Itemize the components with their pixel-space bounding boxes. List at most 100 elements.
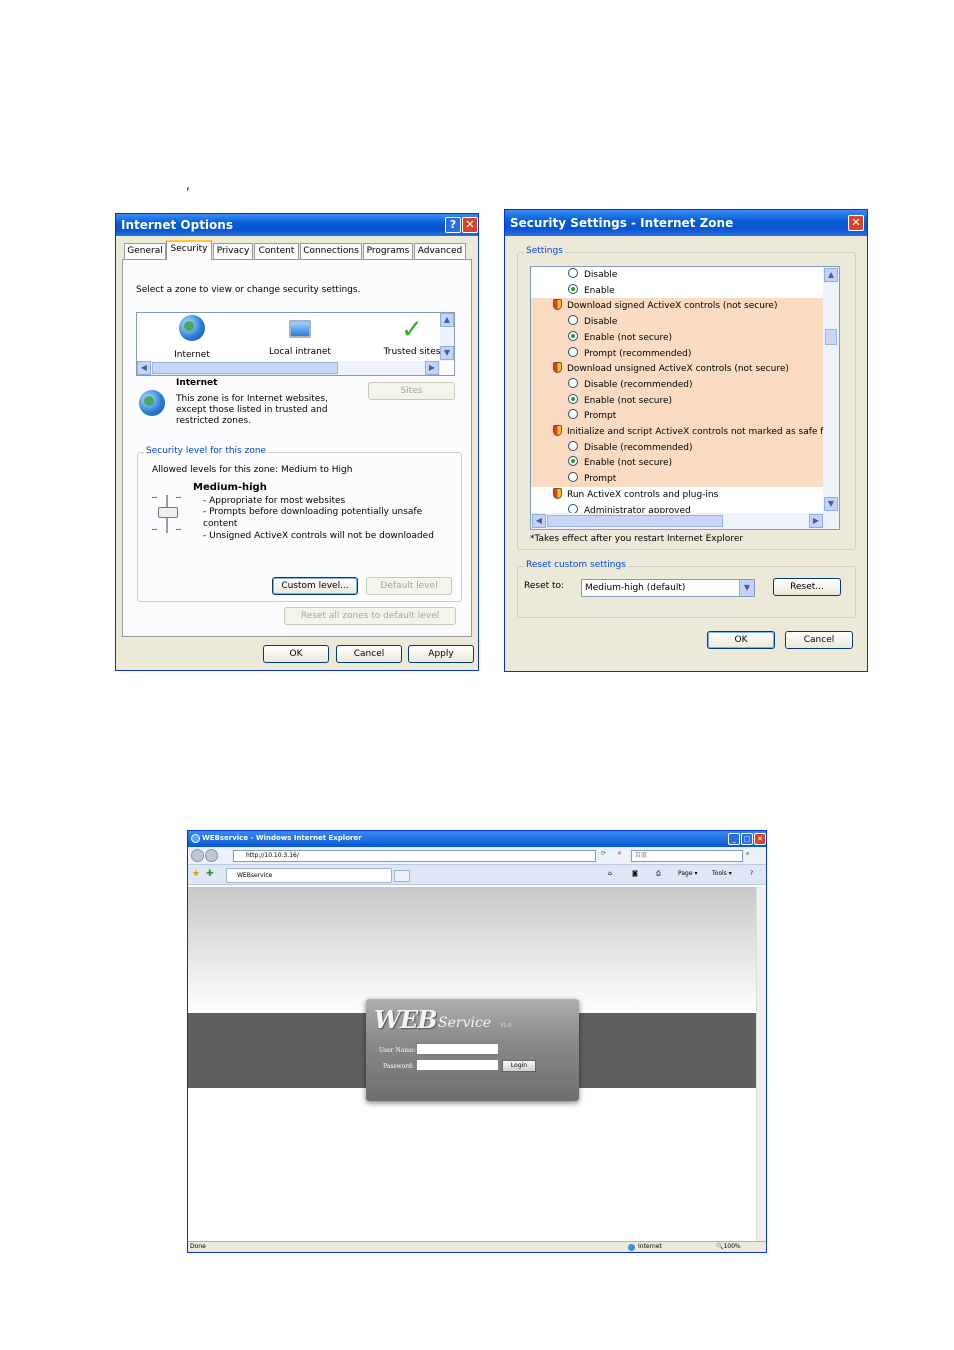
reset-all-zones-button[interactable]: Reset all zones to default level: [284, 607, 456, 625]
security-slider-handle[interactable]: [158, 507, 178, 518]
radio-unchecked-icon[interactable]: [568, 440, 578, 451]
scroll-down-icon[interactable]: ▼: [440, 346, 454, 360]
radio-unchecked-icon[interactable]: [568, 472, 578, 483]
feeds-icon[interactable]: ◙: [632, 870, 638, 877]
sites-button[interactable]: Sites: [368, 382, 455, 400]
custom-level-button[interactable]: Custom level...: [272, 577, 358, 595]
page-menu[interactable]: Page ▾: [678, 870, 697, 877]
username-input[interactable]: [416, 1043, 499, 1055]
settings-hscroll-thumb[interactable]: [547, 515, 723, 527]
setting-group-header[interactable]: Run ActiveX controls and plug-ins: [531, 487, 823, 503]
zone-scroll-thumb[interactable]: [152, 362, 338, 374]
scroll-right-icon[interactable]: ▶: [809, 514, 823, 528]
password-input[interactable]: [416, 1059, 499, 1071]
tools-menu[interactable]: Tools ▾: [712, 870, 732, 877]
back-icon[interactable]: [191, 849, 204, 862]
reset-to-value: Medium-high (default): [585, 583, 686, 593]
web-content: WEB Service V2.0 User Name: Password: Lo…: [188, 887, 756, 1242]
tab-programs[interactable]: Programs: [363, 243, 413, 259]
address-input[interactable]: http://10.10.3.16/: [233, 850, 596, 862]
radio-checked-icon[interactable]: [568, 330, 578, 341]
status-bar: Done Internet 🔍100%: [188, 1241, 766, 1252]
login-button[interactable]: Login: [502, 1060, 536, 1072]
tab-privacy[interactable]: Privacy: [213, 243, 253, 259]
reset-button[interactable]: Reset...: [773, 578, 841, 596]
setting-radio-option[interactable]: Disable (recommended): [531, 376, 823, 393]
tab-advanced[interactable]: Advanced: [414, 243, 466, 259]
add-favorites-icon[interactable]: ✚: [206, 869, 214, 879]
forward-icon[interactable]: [205, 849, 218, 862]
chevron-down-icon[interactable]: ▼: [739, 580, 754, 596]
zone-local-intranet[interactable]: Local intranet: [265, 315, 335, 357]
print-icon[interactable]: ⎙: [656, 870, 661, 878]
setting-group-header[interactable]: Initialize and script ActiveX controls n…: [531, 424, 823, 440]
browser-tab[interactable]: WEBservice: [226, 868, 392, 883]
scroll-up-icon[interactable]: ▲: [440, 313, 454, 327]
search-input[interactable]: 百度: [631, 850, 743, 862]
cancel-button[interactable]: Cancel: [336, 645, 402, 663]
settings-scroll-thumb[interactable]: [825, 329, 837, 345]
apply-button[interactable]: Apply: [408, 645, 474, 663]
setting-radio-option[interactable]: Enable (not secure): [531, 455, 823, 472]
setting-group-header[interactable]: Download signed ActiveX controls (not se…: [531, 298, 823, 315]
help-icon[interactable]: ?: [445, 217, 461, 233]
refresh-icon[interactable]: ⟳: [601, 850, 606, 857]
setting-radio-option[interactable]: Disable: [531, 267, 823, 283]
radio-unchecked-icon[interactable]: [568, 315, 578, 326]
setting-radio-option[interactable]: Prompt: [531, 408, 823, 425]
ok-button[interactable]: OK: [263, 645, 329, 663]
status-zoom[interactable]: 🔍100%: [716, 1242, 741, 1252]
internet-options-titlebar: Internet Options: [116, 214, 478, 236]
minimize-icon[interactable]: _: [728, 833, 740, 845]
scroll-down-icon[interactable]: ▼: [824, 497, 838, 511]
close-icon[interactable]: ✕: [754, 833, 766, 845]
scroll-up-icon[interactable]: ▲: [824, 268, 838, 282]
zone-internet[interactable]: Internet: [157, 315, 227, 360]
close-icon[interactable]: ✕: [462, 217, 478, 233]
maximize-icon[interactable]: □: [741, 833, 753, 845]
radio-checked-icon[interactable]: [568, 456, 578, 467]
default-level-button[interactable]: Default level: [366, 577, 452, 595]
setting-radio-option[interactable]: Prompt: [531, 471, 823, 488]
setting-radio-option[interactable]: Enable (not secure): [531, 392, 823, 409]
setting-radio-option[interactable]: Prompt (recommended): [531, 345, 823, 362]
zone-trusted-sites[interactable]: ✓ Trusted sites: [377, 315, 447, 357]
tab-security[interactable]: Security: [166, 240, 212, 260]
search-placeholder: 百度: [635, 852, 648, 859]
setting-radio-option[interactable]: Disable (recommended): [531, 439, 823, 456]
reset-to-dropdown[interactable]: Medium-high (default) ▼: [581, 579, 755, 597]
setting-radio-option[interactable]: Enable: [531, 283, 823, 299]
close-icon[interactable]: ✕: [848, 215, 864, 231]
favorites-star-icon[interactable]: ★: [192, 869, 200, 879]
radio-unchecked-icon[interactable]: [568, 268, 578, 278]
home-icon[interactable]: ⌂: [608, 870, 612, 877]
scroll-right-icon[interactable]: ▶: [425, 361, 439, 375]
page-scrollbar[interactable]: [756, 887, 766, 1242]
setting-group-header[interactable]: Download unsigned ActiveX controls (not …: [531, 361, 823, 378]
level-point-2: - Prompts before downloading potentially…: [203, 507, 423, 517]
zone-horizontal-scrollbar[interactable]: ◀ ▶: [137, 361, 440, 375]
settings-vertical-scrollbar[interactable]: ▲ ▼: [823, 267, 839, 513]
settings-horizontal-scrollbar[interactable]: ◀ ▶: [531, 513, 839, 529]
setting-radio-option[interactable]: Disable: [531, 314, 823, 331]
radio-unchecked-icon[interactable]: [568, 409, 578, 420]
security-shield-icon: [553, 487, 562, 499]
help-icon[interactable]: ?: [750, 870, 753, 877]
radio-unchecked-icon[interactable]: [568, 503, 578, 514]
new-tab-button[interactable]: [394, 870, 410, 882]
tab-content[interactable]: Content: [254, 243, 299, 259]
scroll-left-icon[interactable]: ◀: [137, 361, 151, 375]
scroll-left-icon[interactable]: ◀: [532, 514, 546, 528]
stop-icon[interactable]: ✕: [617, 850, 622, 857]
radio-checked-icon[interactable]: [568, 393, 578, 404]
radio-unchecked-icon[interactable]: [568, 377, 578, 388]
tab-general[interactable]: General: [124, 243, 166, 259]
ok-button[interactable]: OK: [707, 631, 775, 649]
cancel-button[interactable]: Cancel: [785, 631, 853, 649]
radio-checked-icon[interactable]: [568, 283, 578, 294]
search-icon[interactable]: ⌕: [746, 850, 749, 858]
setting-radio-option[interactable]: Enable (not secure): [531, 329, 823, 346]
zone-vertical-scrollbar[interactable]: ▲ ▼: [440, 313, 454, 361]
radio-unchecked-icon[interactable]: [568, 346, 578, 357]
tab-connections[interactable]: Connections: [300, 243, 362, 259]
